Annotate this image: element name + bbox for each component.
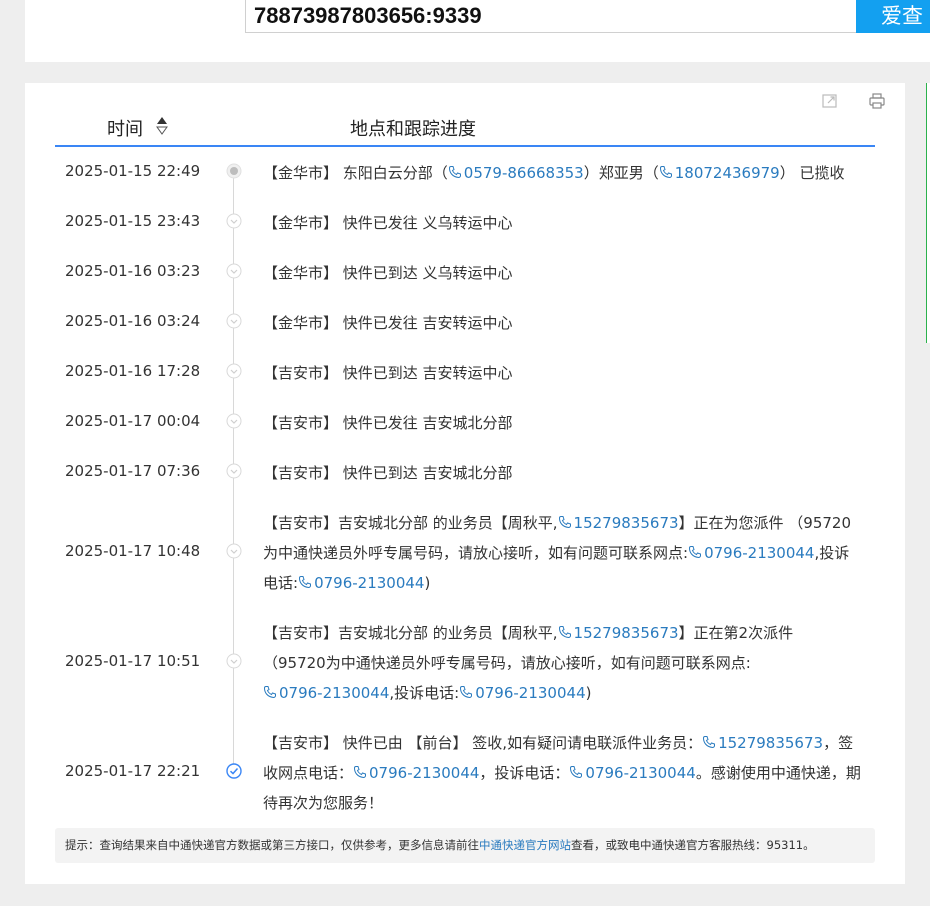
row-time: 2025-01-17 10:48 <box>65 542 201 560</box>
phone-link[interactable]: 0796-2130044 <box>569 764 696 782</box>
phone-number: 18072436979 <box>674 164 780 182</box>
phone-number: 0796-2130044 <box>279 684 390 702</box>
phone-icon <box>354 766 367 779</box>
row-time: 2025-01-16 17:28 <box>65 362 201 380</box>
progress-text-segment: ) <box>585 684 592 702</box>
progress-text-segment: 【吉安市】 快件已发往 吉安城北分部 <box>263 414 513 432</box>
print-icon[interactable] <box>868 92 886 110</box>
column-header-progress: 地点和跟踪进度 <box>350 119 476 140</box>
phone-link[interactable]: 15279835673 <box>702 734 823 752</box>
progress-text-segment: 【吉安市】 快件已由 【前台】 签收,如有疑问请电联派件业务员： <box>263 734 703 752</box>
phone-icon <box>659 166 672 179</box>
chevron-down-icon <box>226 213 242 229</box>
phone-link[interactable]: 18072436979 <box>659 164 780 182</box>
chevron-down-icon <box>226 413 242 429</box>
search-button[interactable]: 爱查 <box>856 0 930 33</box>
signed-check-icon <box>226 763 242 779</box>
chevron-down-icon <box>226 543 242 559</box>
phone-link[interactable]: 0579-86668353 <box>448 164 584 182</box>
phone-icon <box>558 626 571 639</box>
side-panel-edge <box>926 83 930 343</box>
phone-number: 15279835673 <box>718 734 824 752</box>
progress-text-segment: ) <box>424 574 431 592</box>
phone-icon <box>689 546 702 559</box>
progress-text-segment: ）郑亚男（ <box>583 164 659 182</box>
progress-text-segment: 【金华市】 快件已发往 吉安转运中心 <box>263 314 513 332</box>
phone-link[interactable]: 15279835673 <box>558 624 679 642</box>
phone-number: 0579-86668353 <box>463 164 584 182</box>
row-progress-text: 【吉安市】 快件已到达 吉安城北分部 <box>263 458 873 488</box>
chevron-down-icon <box>226 363 242 379</box>
row-time: 2025-01-16 03:23 <box>65 262 201 280</box>
row-time: 2025-01-15 22:49 <box>65 162 201 180</box>
phone-icon <box>263 686 276 699</box>
progress-text-segment: 【吉安市】 快件已到达 吉安转运中心 <box>263 364 513 382</box>
phone-number: 0796-2130044 <box>475 684 586 702</box>
progress-text-segment: 【金华市】 快件已发往 义乌转运中心 <box>263 214 513 232</box>
row-time: 2025-01-17 10:51 <box>65 652 201 670</box>
row-progress-text: 【金华市】 快件已到达 义乌转运中心 <box>263 258 873 288</box>
phone-link[interactable]: 0796-2130044 <box>459 684 586 702</box>
row-progress-text: 【吉安市】 快件已发往 吉安城北分部 <box>263 408 873 438</box>
phone-number: 15279835673 <box>573 514 679 532</box>
progress-text-segment: 【吉安市】吉安城北分部 的业务员【周秋平, <box>263 514 558 532</box>
phone-number: 0796-2130044 <box>314 574 425 592</box>
row-time: 2025-01-15 23:43 <box>65 212 201 230</box>
row-time: 2025-01-17 07:36 <box>65 462 201 480</box>
phone-icon <box>570 766 583 779</box>
collected-status-icon <box>226 163 242 179</box>
phone-number: 15279835673 <box>573 624 679 642</box>
phone-link[interactable]: 0796-2130044 <box>353 764 479 782</box>
footer-note: 提示：查询结果来自中通快递官方数据或第三方接口，仅供参考，更多信息请前往中通快递… <box>55 828 875 863</box>
row-progress-text: 【吉安市】 快件已到达 吉安转运中心 <box>263 358 873 388</box>
phone-link[interactable]: 15279835673 <box>558 514 679 532</box>
progress-text-segment: ） 已揽收 <box>779 164 845 182</box>
progress-text-segment: 【吉安市】吉安城北分部 的业务员【周秋平, <box>263 624 558 642</box>
phone-icon <box>299 576 312 589</box>
progress-text-segment: ，投诉电话： <box>479 764 570 782</box>
share-icon[interactable] <box>821 92 839 110</box>
row-progress-text: 【吉安市】吉安城北分部 的业务员【周秋平, 15279835673】正在第2次派件… <box>263 618 853 708</box>
phone-icon <box>460 686 473 699</box>
row-progress-text: 【吉安市】 快件已由 【前台】 签收,如有疑问请电联派件业务员： 15279835… <box>263 728 863 818</box>
chevron-down-icon <box>226 263 242 279</box>
row-time: 2025-01-17 22:21 <box>65 762 201 780</box>
tracking-number-input[interactable] <box>245 0 857 33</box>
progress-text-segment: ,投诉电话: <box>389 684 460 702</box>
phone-number: 0796-2130044 <box>585 764 696 782</box>
chevron-down-icon <box>226 313 242 329</box>
tracking-panel: 时间 地点和跟踪进度 2025-01-15 22:49 【金华市】 东阳白云分部（… <box>25 83 905 884</box>
chevron-down-icon <box>226 653 242 669</box>
phone-link[interactable]: 0796-2130044 <box>688 544 814 562</box>
footer-note-suffix: 查看，或致电中通快递官方客服热线：95311。 <box>571 838 815 852</box>
row-time: 2025-01-16 03:24 <box>65 312 201 330</box>
row-progress-text: 【金华市】 快件已发往 义乌转运中心 <box>263 208 873 238</box>
progress-text-segment: 【吉安市】 快件已到达 吉安城北分部 <box>263 464 513 482</box>
row-progress-text: 【金华市】 快件已发往 吉安转运中心 <box>263 308 873 338</box>
phone-icon <box>448 166 461 179</box>
phone-link[interactable]: 0796-2130044 <box>298 574 424 592</box>
phone-number: 0796-2130044 <box>369 764 480 782</box>
row-time: 2025-01-17 00:04 <box>65 412 201 430</box>
footer-note-prefix: 提示：查询结果来自中通快递官方数据或第三方接口，仅供参考，更多信息请前往 <box>65 838 479 852</box>
phone-icon <box>703 736 716 749</box>
phone-link[interactable]: 0796-2130044 <box>263 684 389 702</box>
progress-text-segment: 【金华市】 快件已到达 义乌转运中心 <box>263 264 513 282</box>
official-site-link[interactable]: 中通快递官方网站 <box>479 838 571 852</box>
progress-text-segment: 【金华市】 东阳白云分部（ <box>263 164 448 182</box>
phone-number: 0796-2130044 <box>704 544 815 562</box>
sort-icon[interactable] <box>155 114 169 136</box>
row-progress-text: 【吉安市】吉安城北分部 的业务员【周秋平, 15279835673】正在为您派件 … <box>263 508 853 598</box>
phone-icon <box>558 516 571 529</box>
table-header: 时间 地点和跟踪进度 <box>55 111 875 147</box>
chevron-down-icon <box>226 463 242 479</box>
column-header-time: 时间 <box>107 119 143 140</box>
row-progress-text: 【金华市】 东阳白云分部（ 0579-86668353）郑亚男（ 180724369… <box>263 158 883 188</box>
